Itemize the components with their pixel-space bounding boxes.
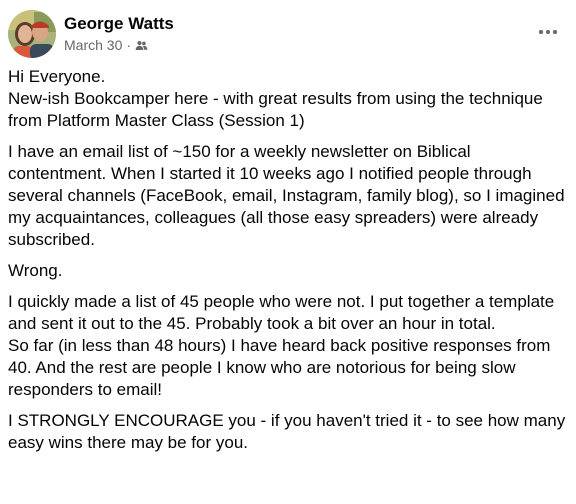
facebook-post: George Watts March 30 · Hi Everyone. New… [0,0,576,504]
post-header: George Watts March 30 · [8,10,568,58]
post-paragraph: Hi Everyone. New-ish Bookcamper here - w… [8,67,543,130]
more-dot-icon [546,30,550,34]
post-paragraph: I have an email list of ~150 for a weekl… [8,142,565,249]
author-name[interactable]: George Watts [64,14,174,34]
more-dot-icon [553,30,557,34]
avatar-photo [8,10,56,58]
post-paragraph: Wrong. [8,261,63,280]
friends-icon[interactable] [135,39,148,52]
more-options-button[interactable] [534,18,562,46]
post-paragraph: I STRONGLY ENCOURAGE you - if you haven'… [8,411,566,452]
meta-separator: · [126,37,132,53]
post-body: Hi Everyone. New-ish Bookcamper here - w… [8,66,568,463]
post-meta: March 30 · [64,37,148,53]
more-dot-icon [539,30,543,34]
avatar[interactable] [8,10,56,58]
post-date[interactable]: March 30 [64,37,122,53]
post-paragraph: I quickly made a list of 45 people who w… [8,292,555,399]
